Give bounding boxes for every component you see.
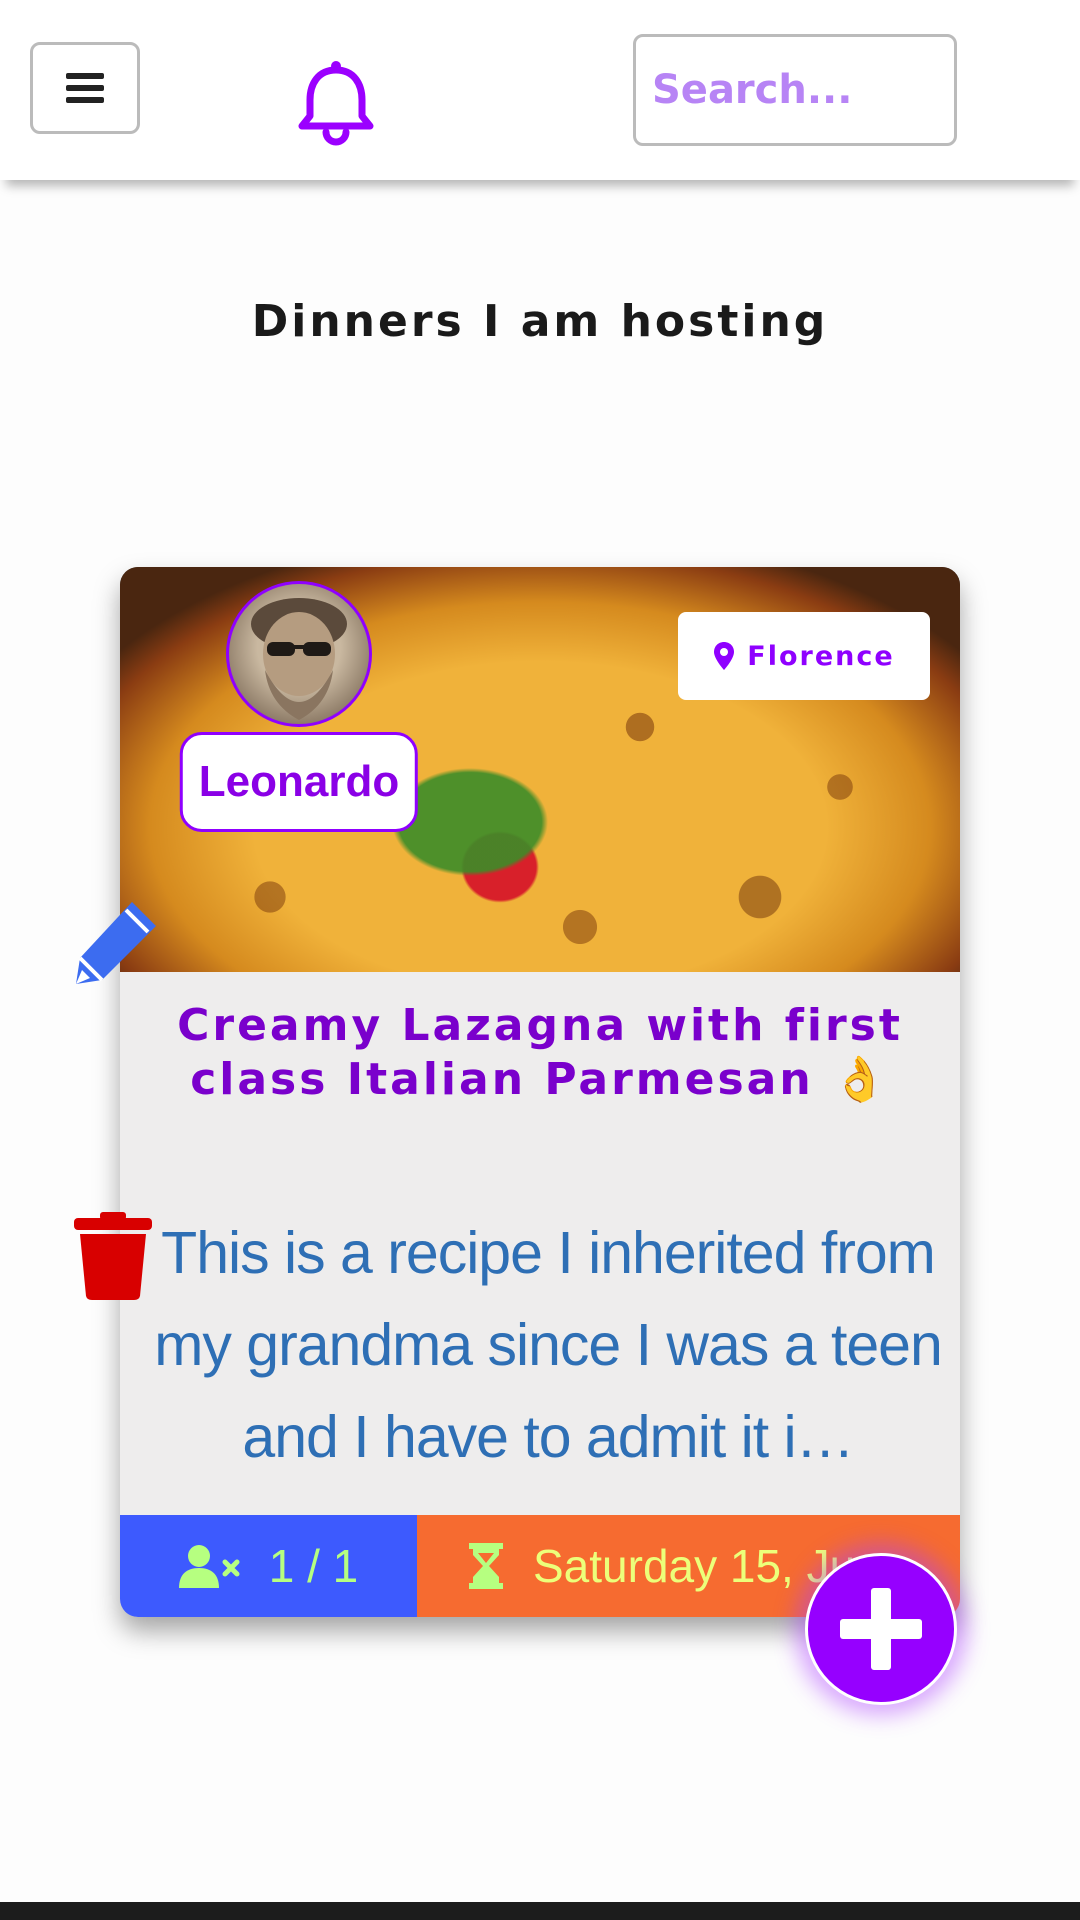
top-navbar [0, 0, 1080, 180]
add-dinner-button[interactable] [805, 1553, 957, 1705]
location-label: Florence [747, 640, 895, 672]
dinner-description: This is a recipe I inherited from my gra… [154, 1220, 943, 1470]
guests-count: 1 / 1 [120, 1515, 417, 1617]
host-avatar[interactable] [226, 581, 372, 727]
system-bottom-bar [0, 1902, 1080, 1920]
dinner-date-label: Saturday 15, Ju [533, 1540, 856, 1592]
guests-count-label: 1 / 1 [268, 1540, 359, 1592]
pencil-icon[interactable] [72, 898, 160, 986]
bell-icon[interactable] [296, 58, 376, 146]
hourglass-icon [469, 1543, 503, 1589]
dinner-card[interactable]: Leonardo Florence Creamy Lazagna with fi… [120, 567, 960, 1617]
user-times-icon [178, 1545, 240, 1588]
page-title: Dinners I am hosting [251, 296, 829, 347]
location-badge[interactable]: Florence [678, 612, 930, 700]
dinner-title[interactable]: Creamy Lazagna with first class Italian … [140, 999, 940, 1107]
trash-icon[interactable] [74, 1212, 152, 1300]
search-input[interactable] [633, 34, 957, 146]
host-name-badge[interactable]: Leonardo [179, 732, 419, 832]
hamburger-icon [66, 67, 104, 109]
map-pin-icon [714, 642, 735, 670]
menu-button[interactable] [30, 42, 140, 134]
